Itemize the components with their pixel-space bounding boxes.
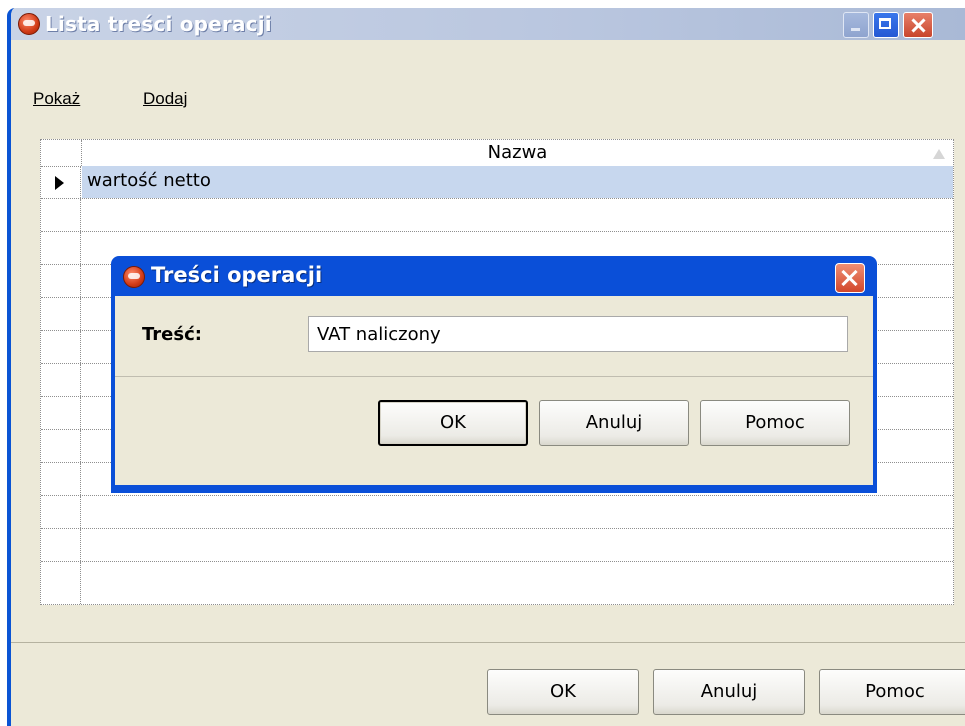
row-indicator [41,364,81,396]
sort-ascending-icon [933,149,945,159]
menu-item-pokaz[interactable]: Pokaż [33,89,80,109]
main-button-bar: OK Anuluj Pomoc [11,642,965,726]
cell-text: wartość netto [87,170,211,191]
row-indicator [41,562,81,604]
app-logo-icon [18,13,40,35]
cancel-button[interactable]: Anuluj [653,669,805,715]
row-indicator [41,166,81,198]
app-logo-icon [123,266,145,288]
empty-row [41,496,953,529]
row-indicator [41,331,81,363]
row-indicator [41,496,81,528]
field-area: Treść: [115,296,873,377]
help-button[interactable]: Pomoc [819,669,965,715]
main-titlebar[interactable]: Lista treści operacji [11,8,965,40]
menu-item-dodaj[interactable]: Dodaj [143,89,187,109]
empty-row [41,529,953,562]
grid-header: Nazwa [41,140,953,167]
operation-text-dialog: Treści operacji Treść: OK Anuluj Pomoc [111,256,877,493]
row-indicator [41,298,81,330]
minimize-button[interactable] [843,12,869,38]
window-title: Lista treści operacji [45,12,272,36]
dialog-close-button[interactable] [835,263,865,293]
column-header-nazwa[interactable]: Nazwa [82,142,953,163]
row-indicator [41,199,81,231]
grid-corner [41,140,82,166]
tresc-input[interactable] [308,316,848,352]
tresc-label: Treść: [142,324,202,345]
close-button[interactable] [903,12,933,38]
dialog-cancel-button[interactable]: Anuluj [539,400,689,446]
empty-row [41,562,953,604]
row-indicator [41,529,81,561]
empty-row [41,199,953,232]
current-row-arrow-icon [55,176,64,190]
maximize-button[interactable] [873,12,899,38]
row-indicator [41,265,81,297]
ok-button[interactable]: OK [487,669,639,715]
row-indicator [41,232,81,264]
dialog-ok-button[interactable]: OK [378,400,528,446]
dialog-body: Treść: OK Anuluj Pomoc [115,296,873,485]
table-row[interactable]: wartość netto [41,166,953,199]
row-indicator [41,397,81,429]
dialog-titlebar[interactable]: Treści operacji [115,256,873,296]
row-indicator [41,430,81,462]
table-cell[interactable]: wartość netto [82,166,953,198]
dialog-help-button[interactable]: Pomoc [700,400,850,446]
row-indicator [41,463,81,495]
dialog-title: Treści operacji [151,263,323,287]
